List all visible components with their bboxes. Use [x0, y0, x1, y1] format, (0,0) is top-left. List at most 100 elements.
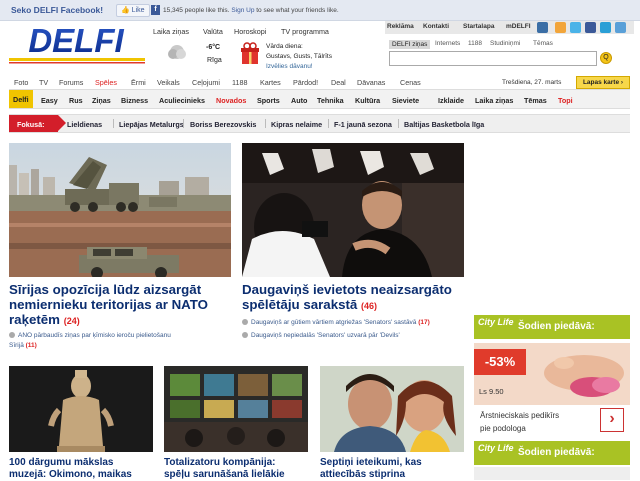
- section-auto[interactable]: Auto: [291, 96, 307, 105]
- section-temas[interactable]: Tēmas: [524, 96, 547, 105]
- article-headline-betting[interactable]: Totalizatoru kompānija: spēļu sarunāšanā…: [164, 457, 314, 481]
- cat-deal[interactable]: Deal: [331, 78, 346, 87]
- cat-ermi[interactable]: Ērmi: [131, 78, 146, 87]
- search-button[interactable]: Q: [600, 52, 612, 64]
- nav-tv-programma[interactable]: TV programma: [281, 27, 329, 36]
- ad-header-2[interactable]: City Life Šodien piedāvā:: [474, 441, 630, 465]
- section-izklaide[interactable]: Izklaide: [438, 96, 464, 105]
- link-reklama[interactable]: Reklāma: [387, 23, 414, 30]
- facebook-like-button[interactable]: 👍 Like: [116, 4, 150, 17]
- cat-pardod[interactable]: Pārdod!: [293, 78, 318, 87]
- related-comment-count: (11): [25, 342, 37, 349]
- article-image-couple[interactable]: [320, 366, 464, 452]
- focus-bar: Fokusā: Lieldienas Liepājas Metalurgs Bo…: [9, 114, 630, 133]
- ad-description[interactable]: Ārstnieciskais pedikīrs pie podologa: [480, 409, 559, 435]
- comment-count[interactable]: (24): [64, 316, 80, 326]
- main-left-headline[interactable]: Sīrijas opozīcija lūdz aizsargāt nemiern…: [9, 282, 239, 329]
- nameday-names: Gustavs, Gusts, Tālrīts: [266, 53, 332, 60]
- facebook-title[interactable]: Seko DELFI Facebook!: [11, 5, 103, 15]
- section-easy[interactable]: Easy: [41, 96, 58, 105]
- section-aculiecinieks[interactable]: Aculiecinieks: [159, 96, 205, 105]
- headline-line: nemiernieku teritorijas ar NATO: [9, 297, 209, 312]
- section-tehnika[interactable]: Tehnika: [317, 96, 344, 105]
- article-image-betting[interactable]: [164, 366, 308, 452]
- main-left-image[interactable]: [9, 143, 231, 277]
- cat-foto[interactable]: Foto: [14, 78, 28, 87]
- section-laika-zinas[interactable]: Laika ziņas: [475, 96, 513, 105]
- cat-tv[interactable]: TV: [39, 78, 48, 87]
- focus-item-kipras[interactable]: Kipras nelaime: [271, 120, 322, 129]
- main-right-related-2[interactable]: Daugaviņš nepiedalās 'Senators' uzvarā p…: [242, 331, 467, 341]
- article-headline-relationships[interactable]: Septiņi ieteikumi, kas attiecībās stipri…: [320, 457, 470, 481]
- ad-image-2[interactable]: [474, 467, 630, 480]
- search-tab-1188[interactable]: 1188: [468, 40, 482, 47]
- gift-link[interactable]: Izvēlies dāvanu!: [266, 63, 313, 70]
- share-icon[interactable]: [615, 22, 626, 33]
- cat-kartes[interactable]: Kartes: [260, 78, 281, 87]
- section-novados[interactable]: Novados: [216, 96, 246, 105]
- headline-line: Totalizatoru kompānija:: [164, 457, 276, 468]
- headline-line: attiecībās stiprina: [320, 469, 406, 480]
- ad-image[interactable]: -53% Ls 9.50: [474, 343, 630, 405]
- delfi-logo[interactable]: DELFI: [9, 24, 145, 66]
- nav-horoskopi[interactable]: Horoskopi: [234, 27, 266, 36]
- twitter-icon[interactable]: [570, 22, 581, 33]
- signup-link[interactable]: Sign Up: [231, 7, 254, 14]
- main-right-image[interactable]: [242, 143, 464, 277]
- rss-icon[interactable]: [555, 22, 566, 33]
- nav-laika-zinas[interactable]: Laika ziņas: [153, 27, 189, 36]
- focus-separator: [398, 119, 399, 128]
- focus-item-lieldienas[interactable]: Lieldienas: [67, 120, 102, 129]
- weather-temp: -6°C: [206, 44, 221, 51]
- main-right-related-1[interactable]: Daugaviņš ar gūtiem vārtiem atgriežas 'S…: [242, 318, 467, 328]
- section-delfi[interactable]: Delfi: [9, 90, 33, 108]
- focus-item-f1[interactable]: F-1 jaunā sezona: [334, 120, 392, 129]
- draugiem-icon[interactable]: [600, 22, 611, 33]
- search-tab-temas[interactable]: Tēmas: [533, 40, 553, 47]
- section-rus[interactable]: Rus: [69, 96, 83, 105]
- article-headline-museum[interactable]: 100 dārgumu mākslas muzejā: Okimono, mai…: [9, 457, 159, 481]
- search-input[interactable]: [389, 51, 597, 66]
- link-mdelfi[interactable]: mDELFI: [506, 23, 531, 30]
- section-nav: Delfi Easy Rus Ziņas Bizness Aculiecinie…: [9, 89, 630, 109]
- nav-valuta[interactable]: Valūta: [203, 27, 223, 36]
- cat-1188[interactable]: 1188: [232, 78, 247, 87]
- facebook-bar: Seko DELFI Facebook! 👍 Like f 15,345 peo…: [0, 0, 640, 21]
- link-kontakti[interactable]: Kontakti: [423, 23, 449, 30]
- bullet-icon: [242, 319, 248, 325]
- search-tab-delfi[interactable]: DELFI ziņas: [389, 40, 431, 49]
- cat-celojumi[interactable]: Ceļojumi: [192, 78, 220, 87]
- facebook-icon: f: [151, 5, 160, 15]
- main-right-headline[interactable]: Daugaviņš ievietots neaizsargāto spēlētā…: [242, 282, 472, 314]
- section-zinas[interactable]: Ziņas: [92, 96, 111, 105]
- section-kultura[interactable]: Kultūra: [355, 96, 380, 105]
- utility-links: Reklāma Kontakti Startalapa mDELFI: [385, 21, 634, 34]
- main-left-related[interactable]: ANO pārbaudīs ziņas par ķīmisko ieroču p…: [9, 331, 234, 351]
- article-image-statue[interactable]: [9, 366, 153, 452]
- facebook-share-icon[interactable]: [585, 22, 596, 33]
- section-sports[interactable]: Sports: [257, 96, 280, 105]
- section-topi[interactable]: Topi: [558, 96, 573, 105]
- cat-davanas[interactable]: Dāvanas: [357, 78, 385, 87]
- ad-header[interactable]: City Life Šodien piedāvā:: [474, 315, 630, 339]
- cat-veikals[interactable]: Veikals: [157, 78, 180, 87]
- headline-line: spēlētāju sarakstā: [242, 297, 358, 312]
- cat-speles[interactable]: Spēles: [95, 78, 117, 87]
- headline-line: Daugaviņš ievietots neaizsargāto: [242, 282, 452, 297]
- focus-item-berezovskis[interactable]: Boriss Berezovskis: [190, 120, 256, 129]
- comment-count[interactable]: (46): [361, 301, 377, 311]
- mobile-icon[interactable]: [537, 22, 548, 33]
- section-bizness[interactable]: Bizness: [121, 96, 148, 105]
- search-tab-internets[interactable]: Internets: [435, 40, 460, 47]
- search-tab-studinimi[interactable]: Studiniņmi: [490, 40, 520, 47]
- link-startalapa[interactable]: Startalapa: [463, 23, 494, 30]
- section-sieviete[interactable]: Sieviete: [392, 96, 419, 105]
- cat-cenas[interactable]: Cenas: [400, 78, 421, 87]
- headline-line: raķetēm: [9, 312, 61, 327]
- related-comment-count: (17): [418, 319, 430, 326]
- site-map-button[interactable]: Lapas karte ›: [576, 76, 630, 89]
- focus-item-basketbols[interactable]: Baltijas Basketbola līga: [404, 120, 484, 129]
- ad-next-button[interactable]: ›: [600, 408, 624, 432]
- cat-forums[interactable]: Forums: [59, 78, 83, 87]
- focus-item-metalurgs[interactable]: Liepājas Metalurgs: [119, 120, 184, 129]
